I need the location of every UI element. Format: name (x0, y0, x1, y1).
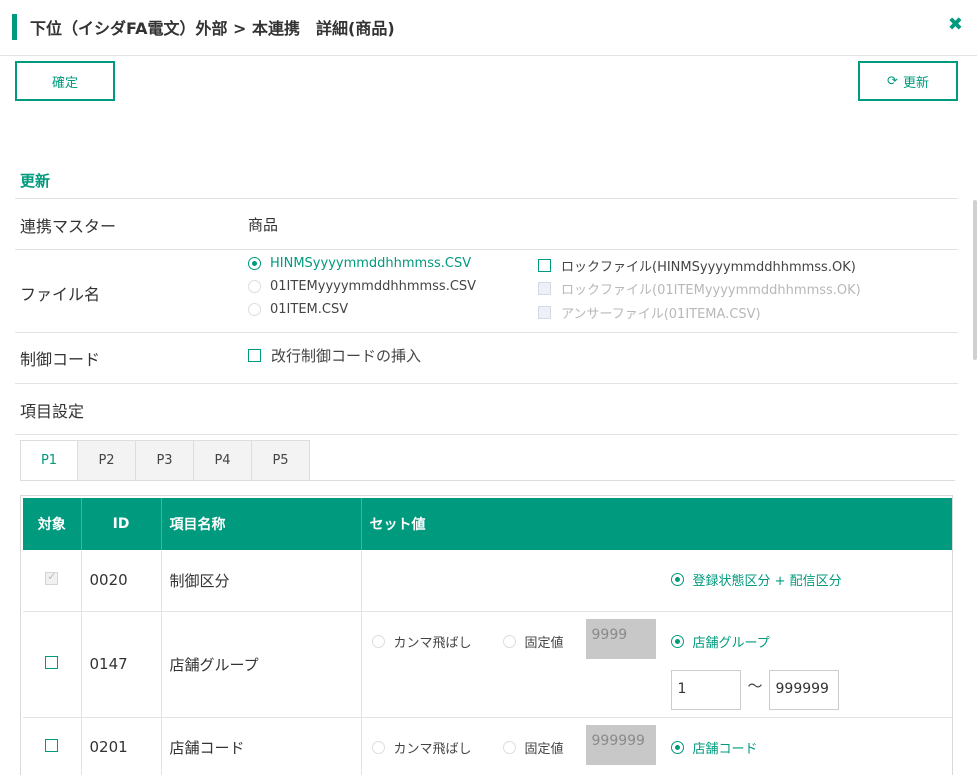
tab-p5[interactable]: P5 (252, 440, 310, 481)
divider (15, 332, 958, 333)
range-from-input[interactable]: 1 (670, 669, 741, 710)
row-id: 0020 (81, 550, 162, 612)
control-code-label: 制御コード (20, 350, 101, 369)
radio-icon (502, 634, 516, 648)
checkbox-icon (538, 259, 551, 272)
confirm-button[interactable]: 確定 (15, 61, 115, 101)
divider (15, 198, 958, 199)
fixed-value-input: 9999 (585, 618, 656, 659)
table-row: 0201 店舗コード カンマ飛ばし 固定値 999999 店舗コード (23, 717, 952, 775)
fixed-value-input: 999999 (585, 724, 656, 765)
filename-label: ファイル名 (20, 285, 101, 304)
page-tabs: P1 P2 P3 P4 P5 (20, 440, 310, 481)
radio-icon (502, 740, 516, 754)
tab-p1[interactable]: P1 (20, 440, 78, 481)
tab-p2[interactable]: P2 (78, 440, 136, 481)
items-table: 対象 ID 項目名称 セット値 0020 制御区分 登録状態区分 + 配信区分 (23, 498, 952, 775)
checkbox-checked-icon (45, 570, 59, 586)
row-target-cell (23, 717, 82, 775)
page-scrollbar[interactable] (973, 200, 977, 360)
master-value: 商品 (248, 216, 279, 234)
col-header-target: 対象 (23, 498, 82, 550)
answer-file-checkbox: アンサーファイル(01ITEMA.CSV) (538, 303, 761, 322)
radio-icon (670, 634, 684, 648)
divider (15, 383, 958, 384)
checkbox-icon[interactable] (45, 739, 59, 752)
store-code-radio[interactable]: 店舗コード (670, 738, 758, 757)
radio-icon (248, 303, 261, 316)
items-table-panel: 対象 ID 項目名称 セット値 0020 制御区分 登録状態区分 + 配信区分 (20, 495, 953, 775)
row-set-value: 登録状態区分 + 配信区分 (361, 550, 952, 612)
lock-file-01item-checkbox: ロックファイル(01ITEMyyyymmddhhmmss.OK) (538, 279, 861, 298)
range-to-input[interactable]: 999999 (768, 669, 839, 710)
table-row: 0147 店舗グループ カンマ飛ばし 固定値 9999 店舗グループ 1 〜 9… (23, 611, 952, 718)
master-label: 連携マスター (20, 217, 117, 236)
refresh-icon: ⟳ (887, 73, 898, 89)
radio-icon (248, 257, 261, 270)
file-option-01item-fixed[interactable]: 01ITEM.CSV (248, 302, 348, 317)
confirm-button-label: 確定 (51, 75, 78, 91)
header-accent-bar (12, 14, 17, 40)
store-group-radio[interactable]: 店舗グループ (670, 632, 770, 651)
row-set-value: カンマ飛ばし 固定値 9999 店舗グループ 1 〜 999999 (361, 611, 952, 718)
page-title: 下位（イシダFA電文）外部 > 本連携 詳細(商品) (30, 19, 395, 38)
section-title: 更新 (20, 172, 51, 190)
dialog-header: 下位（イシダFA電文）外部 > 本連携 詳細(商品) ✖ (0, 0, 977, 56)
checkbox-icon (248, 349, 261, 362)
radio-icon (248, 280, 261, 293)
file-option-01item[interactable]: 01ITEMyyyymmddhhmmss.CSV (248, 279, 476, 294)
divider (15, 434, 958, 435)
row-target-cell (23, 611, 82, 718)
tab-p4[interactable]: P4 (194, 440, 252, 481)
checkbox-icon (538, 282, 551, 295)
row-name: 店舗コード (161, 717, 362, 775)
col-header-name: 項目名称 (161, 498, 362, 550)
table-row: 0020 制御区分 登録状態区分 + 配信区分 (23, 550, 952, 612)
refresh-button[interactable]: ⟳ 更新 (858, 61, 958, 101)
close-icon[interactable]: ✖ (948, 14, 963, 35)
col-header-set-value: セット値 (361, 498, 952, 550)
lock-file-checkbox[interactable]: ロックファイル(HINMSyyyymmddhhmmss.OK) (538, 256, 856, 275)
row-name: 制御区分 (161, 550, 362, 612)
divider (15, 249, 958, 250)
radio-icon (670, 573, 684, 586)
refresh-button-label: 更新 (902, 75, 929, 91)
set-option-radio[interactable]: 登録状態区分 + 配信区分 (670, 570, 842, 589)
row-id: 0147 (81, 611, 162, 718)
col-header-id: ID (81, 498, 162, 550)
checkbox-icon[interactable] (45, 656, 59, 669)
file-option-hinms[interactable]: HINMSyyyymmddhhmmss.CSV (248, 256, 471, 271)
newline-control-checkbox[interactable]: 改行制御コードの挿入 (248, 345, 421, 366)
tabs-underline (20, 480, 955, 481)
comma-skip-radio[interactable]: カンマ飛ばし (371, 738, 472, 757)
tab-p3[interactable]: P3 (136, 440, 194, 481)
table-header-row: 対象 ID 項目名称 セット値 (23, 498, 952, 550)
row-id: 0201 (81, 717, 162, 775)
radio-icon (371, 740, 385, 754)
comma-skip-radio[interactable]: カンマ飛ばし (371, 632, 472, 651)
radio-icon (670, 740, 684, 754)
items-setting-label: 項目設定 (20, 402, 85, 421)
row-set-value: カンマ飛ばし 固定値 999999 店舗コード (361, 717, 952, 775)
range-separator: 〜 (747, 676, 763, 695)
radio-icon (371, 634, 385, 648)
fixed-value-radio[interactable]: 固定値 (502, 738, 564, 757)
fixed-value-radio[interactable]: 固定値 (502, 632, 564, 651)
row-target-cell (23, 550, 82, 612)
row-name: 店舗グループ (161, 611, 362, 718)
checkbox-icon (538, 306, 551, 319)
